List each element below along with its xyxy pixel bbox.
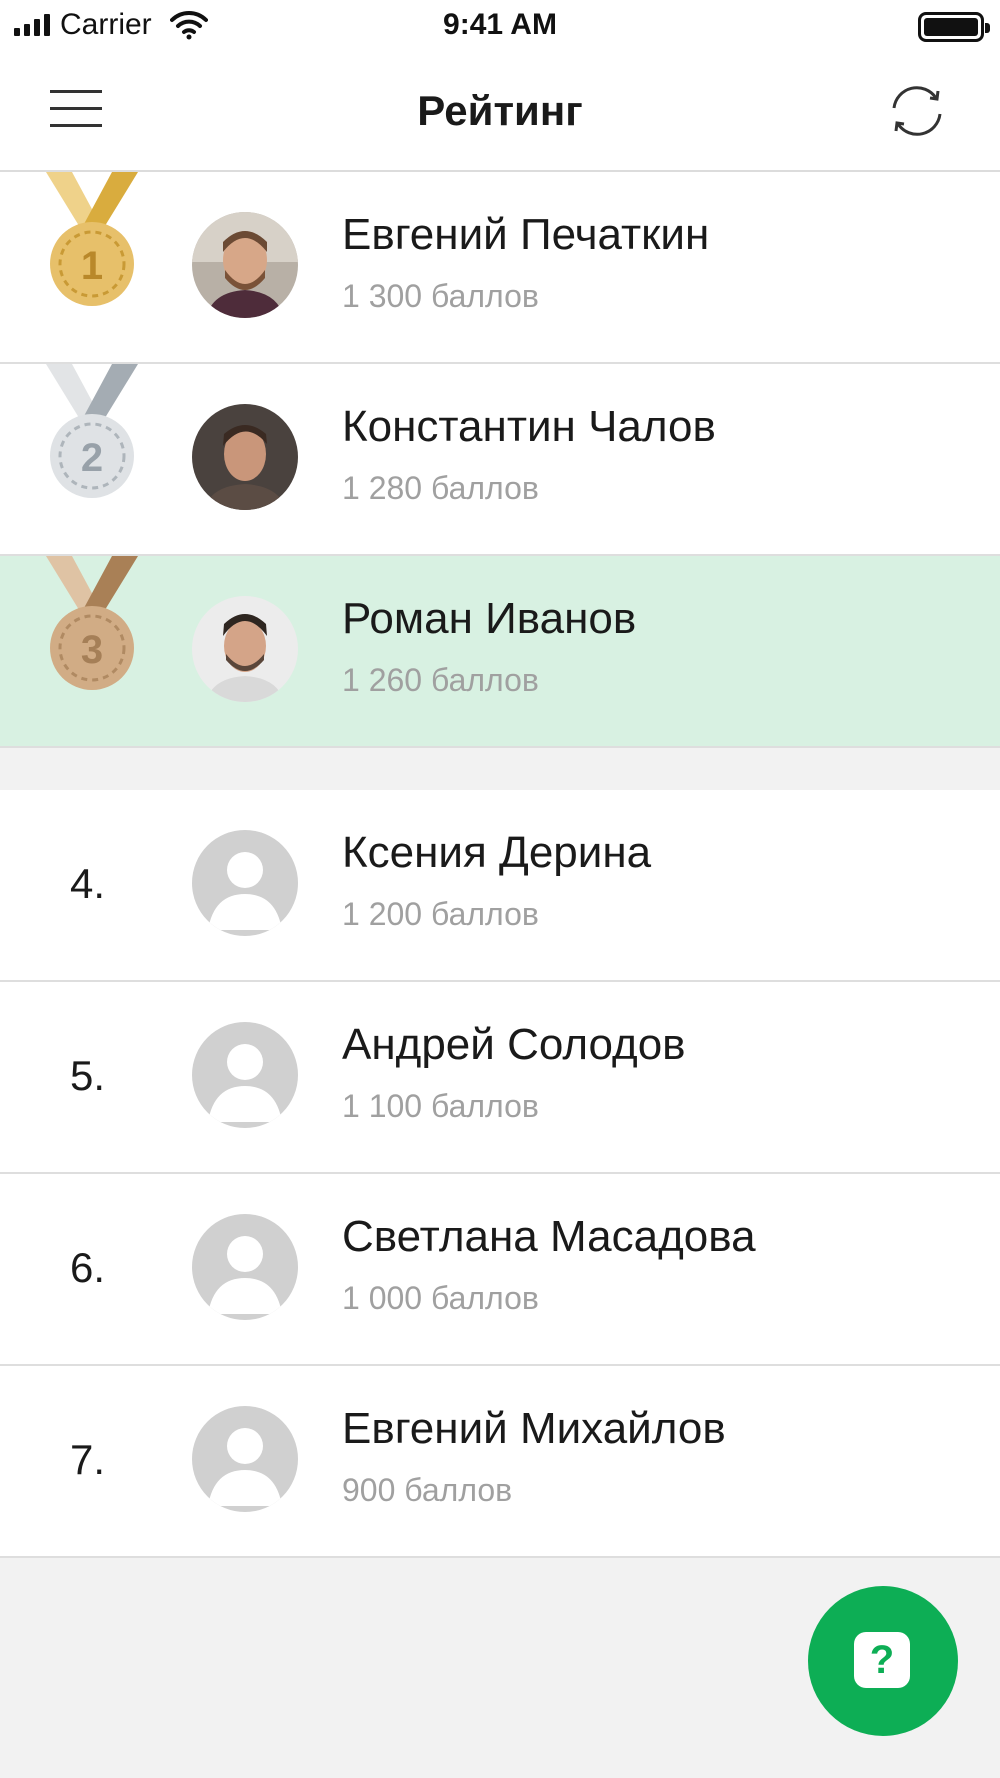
medal-number: 3 xyxy=(81,628,103,672)
avatar xyxy=(192,404,298,510)
default-avatar-icon xyxy=(192,1214,298,1320)
user-name: Андрей Солодов xyxy=(342,1020,686,1069)
user-name: Ксения Дерина xyxy=(342,828,652,877)
rating-row-7[interactable]: 7. Евгений Михайлов 900 баллов xyxy=(0,1366,1000,1558)
default-avatar-icon xyxy=(192,830,298,936)
user-score: 1 300 баллов xyxy=(342,278,539,314)
rating-row-3-current-user[interactable]: 3 Роман Иванов 1 260 баллов xyxy=(0,556,1000,748)
bronze-medal-icon: 3 xyxy=(46,556,138,690)
user-name: Константин Чалов xyxy=(342,402,716,451)
rank-number: 6. xyxy=(70,1244,106,1291)
nav-bar: Рейтинг xyxy=(0,52,1000,172)
rank-number: 4. xyxy=(70,860,106,907)
rating-row-2[interactable]: 2 Константин Чалов 1 280 баллов xyxy=(0,364,1000,556)
user-score: 900 баллов xyxy=(342,1472,513,1508)
gold-medal-icon: 1 xyxy=(46,172,138,306)
user-score: 1 200 баллов xyxy=(342,896,539,932)
rank-number: 7. xyxy=(70,1436,106,1483)
status-time: 9:41 AM xyxy=(443,8,557,41)
avatar xyxy=(192,596,298,702)
rating-row-6[interactable]: 6. Светлана Масадова 1 000 баллов xyxy=(0,1174,1000,1366)
user-name: Евгений Печаткин xyxy=(342,210,710,259)
user-score: 1 280 баллов xyxy=(342,470,539,506)
medal-number: 2 xyxy=(81,436,103,480)
avatar xyxy=(192,212,298,318)
help-icon: ? xyxy=(854,1632,910,1688)
rating-row-4[interactable]: 4. Ксения Дерина 1 200 баллов xyxy=(0,790,1000,982)
help-button[interactable]: ? xyxy=(808,1586,958,1736)
rank-number: 5. xyxy=(70,1052,106,1099)
rating-row-1[interactable]: 1 Евгений Печаткин 1 300 баллов xyxy=(0,172,1000,364)
battery-icon xyxy=(918,12,990,42)
default-avatar-icon xyxy=(192,1406,298,1512)
status-bar: Carrier 9:41 AM xyxy=(0,0,1000,52)
user-score: 1 260 баллов xyxy=(342,662,539,698)
user-score: 1 100 баллов xyxy=(342,1088,539,1124)
user-name: Светлана Масадова xyxy=(342,1212,756,1261)
default-avatar-icon xyxy=(192,1022,298,1128)
refresh-icon[interactable] xyxy=(884,78,950,144)
user-name: Евгений Михайлов xyxy=(342,1404,726,1453)
rating-row-5[interactable]: 5. Андрей Солодов 1 100 баллов xyxy=(0,982,1000,1174)
medal-number: 1 xyxy=(81,244,103,288)
silver-medal-icon: 2 xyxy=(46,364,138,498)
page-title: Рейтинг xyxy=(417,87,583,134)
user-score: 1 000 баллов xyxy=(342,1280,539,1316)
user-name: Роман Иванов xyxy=(342,594,637,643)
